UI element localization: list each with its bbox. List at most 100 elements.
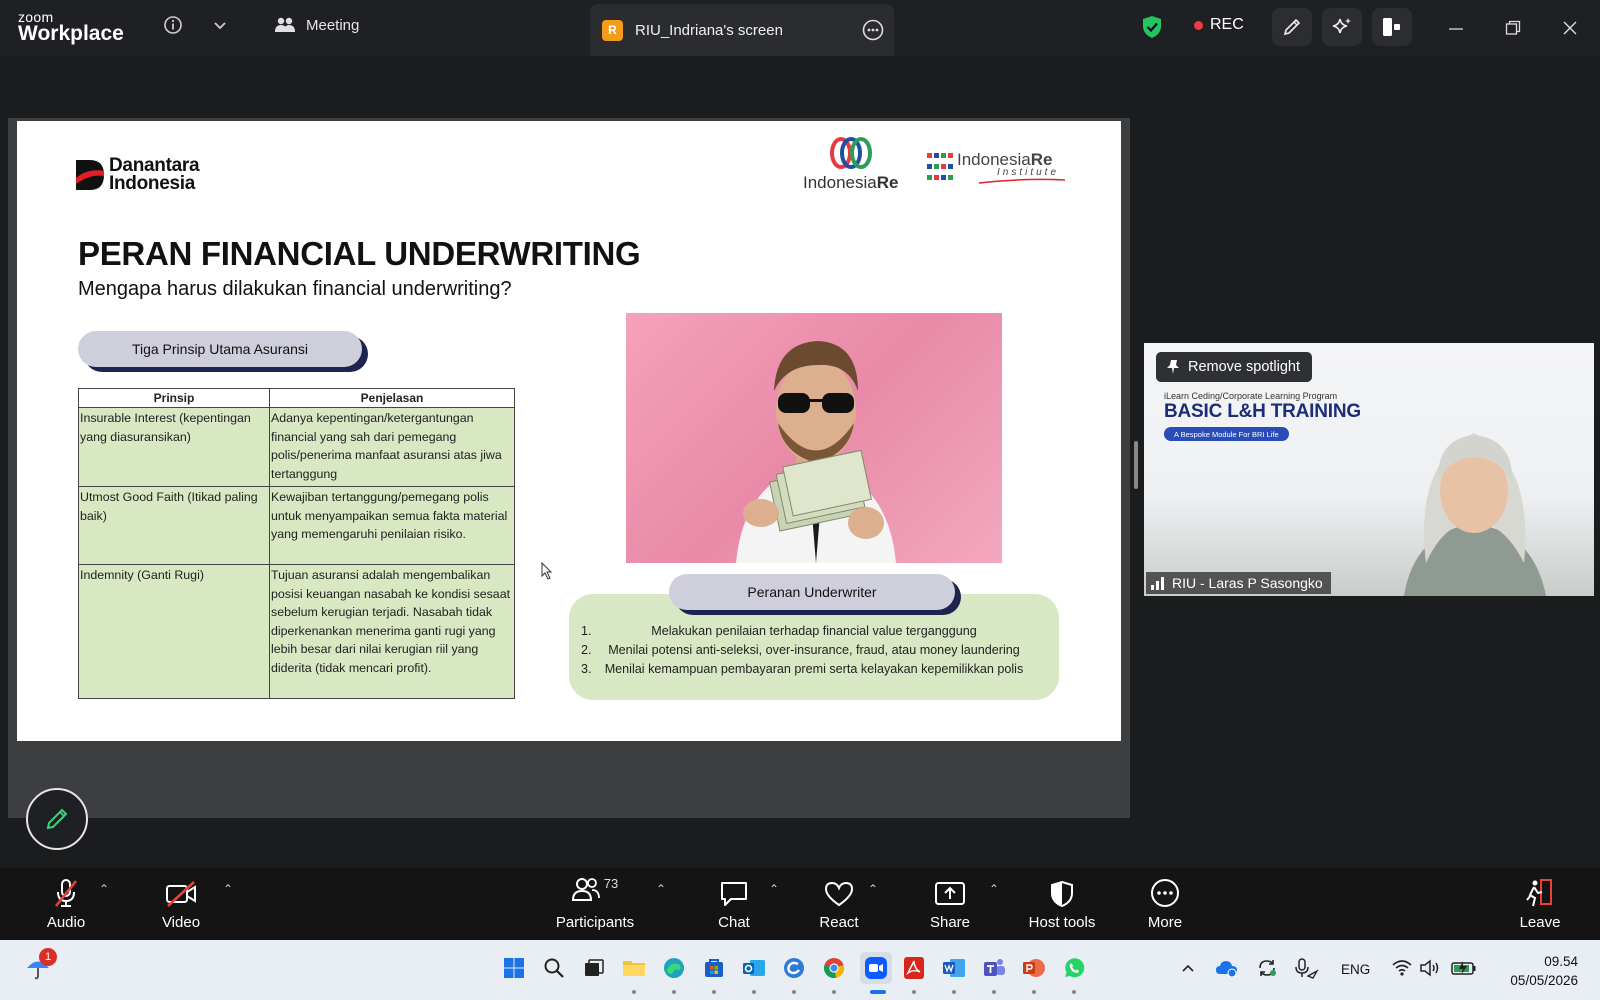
tray-volume[interactable]	[1416, 954, 1444, 982]
institute-logo-sub: Institute	[997, 167, 1060, 178]
tab-meeting-label: Meeting	[306, 16, 360, 34]
react-button[interactable]: React	[816, 868, 862, 940]
tab-shared-screen[interactable]: R RIU_Indriana's screen	[590, 4, 894, 56]
danantara-mark-icon	[76, 160, 104, 191]
react-options-caret-icon[interactable]: ⌃	[868, 882, 878, 896]
tab-meeting[interactable]: Meeting	[274, 16, 359, 34]
recording-indicator[interactable]: REC	[1194, 16, 1244, 34]
signal-bars-icon	[1151, 577, 1164, 590]
taskbar-app-chrome[interactable]	[820, 954, 848, 982]
pencil-icon	[1283, 18, 1301, 36]
system-clock[interactable]: 09.54 05/05/2026	[1510, 952, 1578, 990]
list-text: Menilai kemampuan pembayaran premi serta…	[604, 662, 1024, 676]
info-icon[interactable]	[161, 13, 185, 37]
institute-grid-icon	[927, 153, 953, 184]
remove-spotlight-label: Remove spotlight	[1188, 359, 1301, 375]
chat-bubble-icon	[721, 882, 747, 906]
spotlight-video-tile[interactable]: iLearn Ceding/Corporate Learning Program…	[1144, 343, 1594, 596]
cloud-icon	[1216, 961, 1237, 978]
video-options-caret-icon[interactable]: ⌃	[223, 882, 233, 896]
more-label: More	[1147, 914, 1183, 931]
annotate-button[interactable]	[1272, 8, 1312, 46]
slide-title: PERAN FINANCIAL UNDERWRITING	[78, 235, 641, 272]
taskbar-app-edge[interactable]	[660, 954, 688, 982]
taskbar-app-powerpoint[interactable]	[1020, 954, 1048, 982]
show-hidden-icons-button[interactable]	[1174, 954, 1202, 982]
participant-video-feed	[1404, 433, 1546, 596]
table-cell-penjelasan: Kewajiban tertanggung/pemegang polis unt…	[269, 486, 515, 565]
chat-button[interactable]: Chat	[712, 868, 756, 940]
share-button[interactable]: Share	[926, 868, 974, 940]
search-icon	[544, 958, 564, 978]
taskbar-app-whatsapp[interactable]	[1060, 954, 1088, 982]
remove-spotlight-button[interactable]: Remove spotlight	[1156, 352, 1313, 382]
table-cell-penjelasan: Adanya kepentingan/ketergantungan financ…	[269, 407, 515, 487]
input-language[interactable]: ENG	[1341, 962, 1370, 977]
share-screen-icon	[935, 882, 965, 905]
taskbar-app-outlook[interactable]	[740, 954, 768, 982]
participants-options-caret-icon[interactable]: ⌃	[656, 882, 666, 896]
background-module-pill: A Bespoke Module For BRI Life	[1164, 427, 1289, 441]
taskbar-app-zoom[interactable]	[860, 952, 892, 984]
list-item: 1. Melakukan penilaian terhadap financial…	[569, 624, 1059, 643]
taskbar-app-teams[interactable]	[980, 954, 1008, 982]
clock-time: 09.54	[1544, 954, 1578, 969]
table-cell-penjelasan: Tujuan asuransi adalah mengembalikan pos…	[269, 564, 515, 699]
leave-label: Leave	[1519, 914, 1561, 931]
weather-widget[interactable]: 1	[24, 948, 57, 982]
list-text: Melakukan penilaian terhadap financial v…	[651, 624, 977, 638]
more-button[interactable]: More	[1140, 868, 1190, 940]
column-header-penjelasan: Penjelasan	[269, 388, 515, 408]
tray-microphone[interactable]	[1292, 954, 1320, 982]
host-tools-button[interactable]: Host tools	[1022, 868, 1102, 940]
participants-button[interactable]: 73 Participants	[553, 868, 637, 940]
powerpoint-icon	[1023, 959, 1045, 977]
taskbar-app-acrobat[interactable]	[900, 954, 928, 982]
meeting-toolbar: Audio ⌃ Video ⌃ 73 Participants ⌃ Chat ⌃…	[0, 868, 1600, 940]
search-button[interactable]	[540, 954, 568, 982]
table-cell-prinsip: Indemnity (Ganti Rugi)	[78, 564, 270, 699]
task-view-button[interactable]	[580, 954, 608, 982]
share-options-caret-icon[interactable]: ⌃	[989, 882, 999, 896]
list-number: 2.	[581, 643, 592, 657]
chevron-down-icon[interactable]	[208, 14, 232, 38]
video-button[interactable]: Video	[155, 868, 207, 940]
taskbar-app-word[interactable]	[940, 954, 968, 982]
tray-sync[interactable]	[1253, 954, 1281, 982]
ai-companion-button[interactable]	[1322, 8, 1362, 46]
audio-button[interactable]: Audio	[40, 868, 92, 940]
chat-options-caret-icon[interactable]: ⌃	[769, 882, 779, 896]
chrome-icon	[824, 958, 844, 978]
list-item: 2. Menilai potensi anti-seleksi, over-ins…	[569, 643, 1059, 662]
participant-name-tag: RIU - Laras P Sasongko	[1146, 572, 1331, 594]
taskbar-app-store[interactable]	[700, 954, 728, 982]
more-options-icon[interactable]	[862, 19, 884, 46]
pencil-icon	[46, 808, 68, 830]
taskbar-app-copilot[interactable]	[780, 954, 808, 982]
close-icon[interactable]	[1558, 16, 1582, 40]
tray-battery[interactable]	[1450, 954, 1478, 982]
roles-heading-pill: Peranan Underwriter	[669, 574, 955, 610]
recording-label: REC	[1210, 16, 1244, 33]
start-button[interactable]	[500, 954, 528, 982]
tray-onedrive[interactable]	[1213, 954, 1241, 982]
video-label: Video	[161, 914, 201, 931]
panel-resize-handle[interactable]	[1134, 441, 1138, 489]
audio-options-caret-icon[interactable]: ⌃	[99, 882, 109, 896]
restore-icon[interactable]	[1501, 16, 1525, 40]
tray-wifi[interactable]	[1388, 954, 1416, 982]
chevron-up-icon	[1182, 964, 1194, 972]
leave-button[interactable]: Leave	[1517, 868, 1563, 940]
app-logo-name: Workplace	[18, 22, 124, 45]
pdf-icon	[904, 957, 924, 979]
view-layout-button[interactable]	[1372, 8, 1412, 46]
taskbar-app-explorer[interactable]	[620, 954, 648, 982]
share-avatar-badge: R	[602, 19, 623, 41]
mouse-cursor-icon	[541, 561, 553, 585]
windows-logo-icon	[504, 958, 524, 978]
annotate-pen-button[interactable]	[26, 788, 88, 850]
encryption-shield-icon[interactable]	[1140, 14, 1164, 40]
wifi-icon	[1392, 960, 1412, 976]
indonesiare-rings-icon	[829, 137, 872, 169]
minimize-icon[interactable]	[1444, 16, 1468, 40]
